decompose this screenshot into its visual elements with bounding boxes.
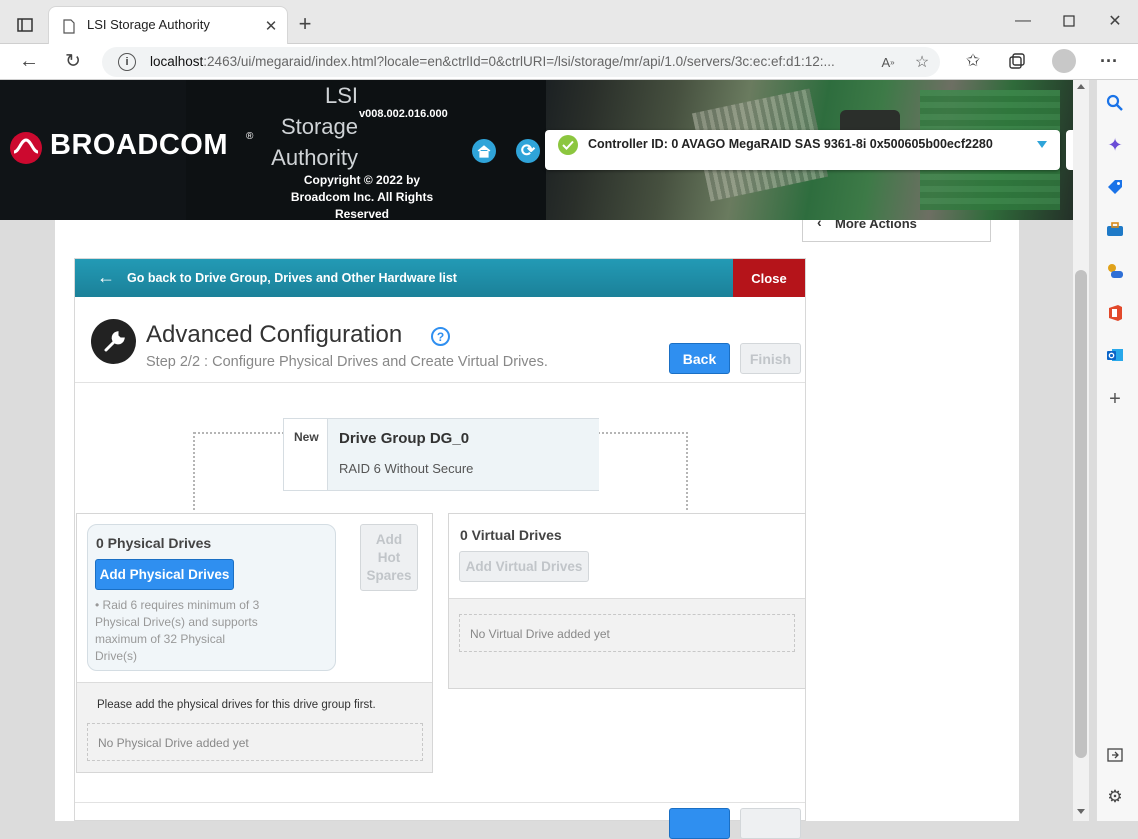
back-button[interactable]: Back [669,343,730,374]
virtual-drives-count: 0 Virtual Drives [460,527,562,543]
home-icon[interactable] [472,139,496,163]
hide-sidebar-icon[interactable] [1104,744,1126,766]
arrow-left-icon: ← [97,267,115,287]
url-bar[interactable]: i localhost:2463/ui/megaraid/index.html?… [102,47,940,77]
controller-label: Controller ID: 0 AVAGO MegaRAID SAS 9361… [588,137,993,151]
virtual-drives-empty-label: No Virtual Drive added yet [470,627,610,641]
virtual-drives-empty: No Virtual Drive added yet [459,614,795,652]
page-title: Advanced Configuration [146,321,403,348]
close-button[interactable]: Close [733,259,805,297]
close-window-icon[interactable]: ✕ [1104,10,1126,32]
site-info-icon[interactable]: i [118,53,136,71]
new-tab-icon[interactable]: + [294,11,316,36]
app-name-line3: Authority [271,145,358,170]
profile-avatar[interactable] [1052,49,1076,73]
finish-button[interactable]: Finish [740,343,801,374]
refresh-icon[interactable]: ↻ [62,50,84,72]
raid-level: RAID 6 Without Secure [339,461,474,476]
back-arrow-icon[interactable]: ← [18,50,40,72]
add-sidebar-icon[interactable]: + [1104,388,1126,410]
back-to-list-label: Go back to Drive Group, Drives and Other… [127,271,457,285]
search-icon[interactable] [1104,92,1126,114]
connector-line [193,432,195,510]
maximize-icon[interactable] [1058,10,1080,32]
drive-group-name: Drive Group DG_0 [339,430,470,447]
new-badge: New [294,430,319,444]
favorites-icon[interactable]: ✩ [962,50,984,72]
physical-drives-empty: No Physical Drive added yet [87,723,423,761]
header-divider [75,382,805,383]
office-icon[interactable] [1104,302,1126,324]
scrollbar-thumb[interactable] [1075,270,1087,758]
tab-title: LSI Storage Authority [87,17,210,32]
page-subtitle: Step 2/2 : Configure Physical Drives and… [146,354,548,370]
version-label: v008.002.016.000 [359,108,448,120]
connector-line [598,432,688,434]
copyright-label: Copyright © 2022 by Broadcom Inc. All Ri… [290,173,434,221]
tools-icon[interactable] [1104,218,1126,240]
footer-finish-button[interactable] [740,808,801,839]
tab-actions-icon[interactable] [14,14,36,36]
drive-group-card[interactable]: New Drive Group DG_0 RAID 6 Without Secu… [283,418,599,491]
url-text[interactable]: localhost:2463/ui/megaraid/index.html?lo… [150,54,835,69]
add-hot-spares-button[interactable]: Add Hot Spares [360,524,418,591]
raid-requirement-note: • Raid 6 requires minimum of 3 Physical … [95,598,260,663]
scroll-down-icon[interactable] [1077,809,1085,814]
registered-mark: ® [246,131,254,142]
settings-icon[interactable]: ⚙ [1104,786,1126,808]
connector-line [194,432,284,434]
broadcom-logo-icon [10,132,42,164]
shopping-icon[interactable] [1104,176,1126,198]
controller-selector[interactable]: Controller ID: 0 AVAGO MegaRAID SAS 9361… [545,130,1060,170]
close-tab-icon[interactable]: ✕ [261,16,281,36]
browser-tab[interactable]: LSI Storage Authority ✕ [48,6,288,44]
footer-divider [75,802,805,803]
back-to-list-link[interactable]: ← Go back to Drive Group, Drives and Oth… [75,259,733,297]
app-name-line1: LSI [324,83,358,108]
add-physical-drives-button[interactable]: Add Physical Drives [95,559,234,590]
outlook-icon[interactable] [1104,344,1126,366]
help-icon[interactable]: ? [431,327,450,346]
page-icon [61,17,77,35]
broadcom-brand: BROADCOM [50,129,228,161]
wrench-icon [91,319,136,364]
app-name: LSI Storage Authority [258,80,358,173]
status-ok-icon [558,135,578,155]
add-favorite-icon[interactable]: ☆ [912,52,932,72]
chevron-down-icon[interactable] [1037,141,1047,148]
scroll-up-icon[interactable] [1077,84,1085,89]
copilot-icon[interactable]: ✦ [1104,134,1126,156]
physical-drives-hint: Please add the physical drives for this … [97,699,376,711]
physical-drives-count: 0 Physical Drives [96,535,212,551]
physical-drives-empty-label: No Physical Drive added yet [98,736,249,750]
collections-icon[interactable] [1006,50,1028,72]
games-icon[interactable] [1104,260,1126,282]
app-name-line2: Storage [280,114,358,139]
add-virtual-drives-button[interactable]: Add Virtual Drives [459,551,589,582]
refresh-app-icon[interactable]: ⟳ [516,139,540,163]
more-menu-icon[interactable]: ··· [1098,50,1120,72]
read-aloud-icon[interactable]: A» [878,52,898,72]
connector-line [686,432,688,510]
header-side-tab [1066,130,1073,170]
minimize-icon[interactable]: — [1012,10,1034,32]
footer-back-button[interactable] [669,808,730,839]
